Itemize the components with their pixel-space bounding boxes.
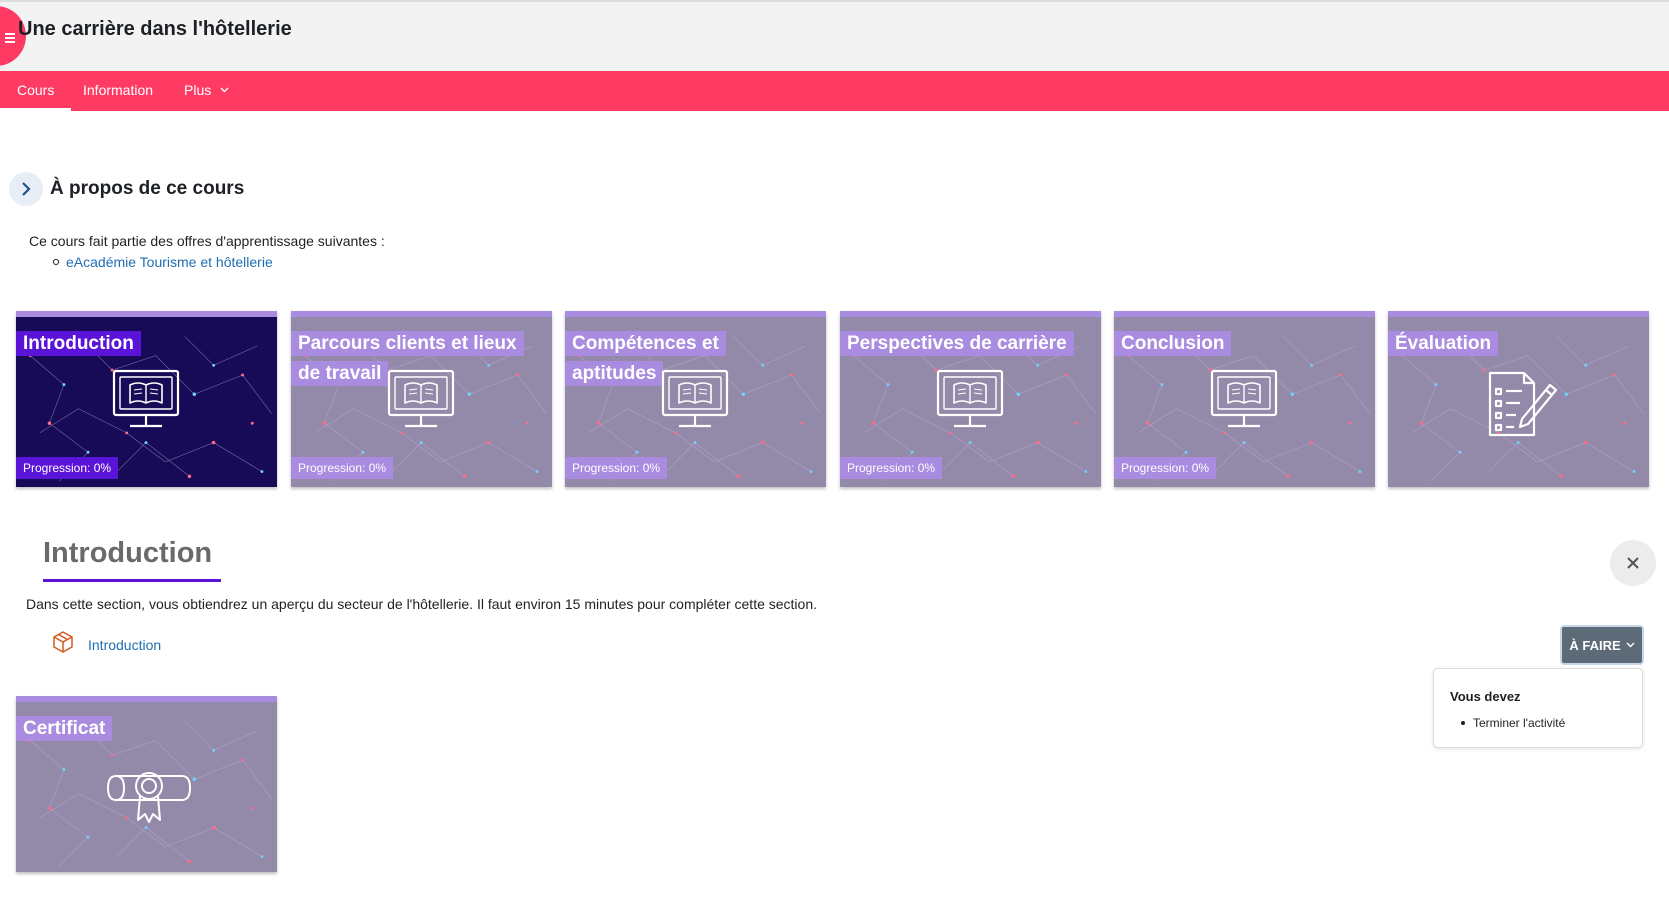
certificate-icon	[107, 772, 191, 823]
section-tile-parcours[interactable]: Parcours clients et lieux de travail Pro…	[291, 311, 552, 487]
checklist-pen-icon	[1488, 371, 1558, 437]
section-tile-conclusion[interactable]: Conclusion Progression: 0%	[1114, 311, 1375, 487]
chevron-down-icon	[220, 87, 229, 93]
tile-progress: Progression: 0%	[291, 457, 394, 479]
section-heading: Introduction	[43, 537, 213, 569]
tile-progress: Progression: 0%	[565, 457, 668, 479]
offer-link[interactable]: eAcadémie Tourisme et hôtellerie	[66, 254, 273, 270]
tab-plus-label: Plus	[184, 82, 212, 98]
tab-cours[interactable]: Cours	[0, 71, 72, 111]
page-header: Une carrière dans l'hôtellerie	[0, 0, 1669, 71]
about-section-title: À propos de ce cours	[50, 178, 245, 199]
chevron-down-icon	[1626, 642, 1635, 648]
requirement-item: Terminer l'activité	[1461, 716, 1565, 730]
package-icon	[53, 631, 73, 653]
completion-status-label: À FAIRE	[1569, 637, 1621, 653]
completion-status-button[interactable]: À FAIRE	[1560, 625, 1644, 665]
tab-information[interactable]: Information	[66, 71, 170, 111]
tile-progress: Progression: 0%	[840, 457, 943, 479]
list-bullet	[53, 259, 59, 265]
close-section-button[interactable]	[1610, 540, 1656, 586]
section-tile-evaluation[interactable]: Évaluation	[1388, 311, 1649, 487]
monitor-book-icon	[1210, 369, 1278, 428]
section-description: Dans cette section, vous obtiendrez un a…	[26, 596, 818, 612]
menu-icon	[5, 33, 15, 45]
tile-progress: Progression: 0%	[16, 457, 119, 479]
section-tile-perspectives[interactable]: Perspectives de carrière Progression: 0%	[840, 311, 1101, 487]
monitor-book-icon	[936, 369, 1004, 428]
tab-plus[interactable]: Plus	[167, 71, 246, 111]
tile-title: Évaluation	[1388, 331, 1499, 356]
secondary-navigation: Cours Information Plus	[0, 71, 1669, 111]
monitor-book-icon	[112, 369, 180, 428]
chevron-right-icon	[22, 182, 31, 196]
monitor-book-icon	[661, 369, 729, 428]
completion-requirements-popover: Vous devez Terminer l'activité	[1433, 668, 1643, 748]
tile-title: Introduction	[16, 331, 141, 356]
about-intro-text: Ce cours fait partie des offres d'appren…	[29, 233, 385, 249]
tile-progress: Progression: 0%	[1114, 457, 1217, 479]
course-title: Une carrière dans l'hôtellerie	[18, 18, 292, 40]
tile-title: Conclusion	[1114, 331, 1232, 356]
monitor-book-icon	[387, 369, 455, 428]
offer-list-item: eAcadémie Tourisme et hôtellerie	[53, 254, 273, 270]
tile-title: Certificat	[16, 716, 113, 741]
section-heading-underline	[43, 579, 221, 582]
tile-title: Perspectives de carrière	[840, 331, 1074, 356]
section-tile-competences[interactable]: Compétences et aptitudes Progression: 0%	[565, 311, 826, 487]
about-collapse-toggle[interactable]	[9, 172, 43, 206]
section-tile-certificat[interactable]: Certificat	[16, 696, 277, 872]
activity-link-introduction[interactable]: Introduction	[88, 637, 161, 653]
section-tile-introduction[interactable]: Introduction Progression: 0%	[16, 311, 277, 487]
close-icon	[1627, 557, 1639, 569]
popover-title: Vous devez	[1450, 689, 1521, 704]
